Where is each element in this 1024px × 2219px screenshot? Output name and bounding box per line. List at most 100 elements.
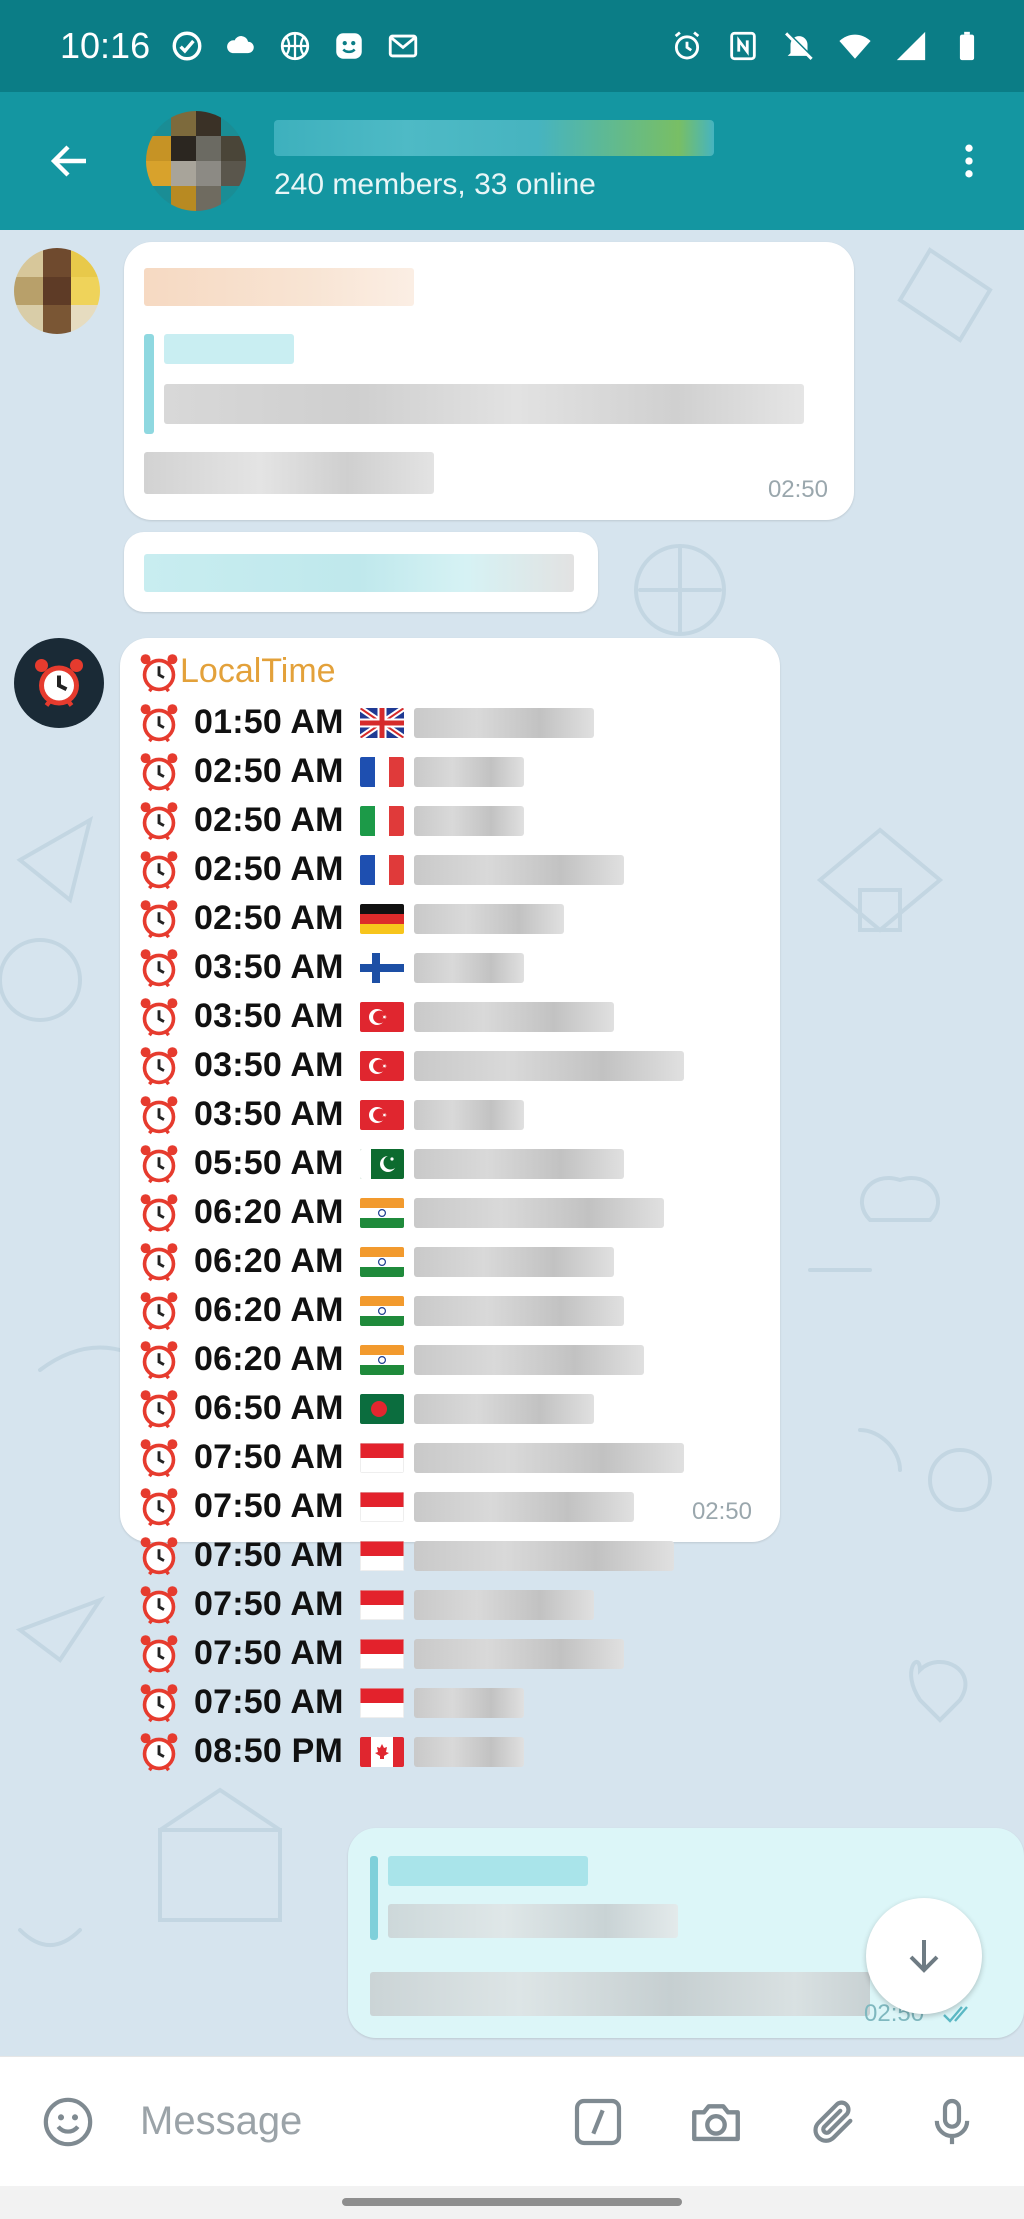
timezone-time: 07:50 AM xyxy=(194,1634,344,1672)
status-time: 10:16 xyxy=(60,25,151,66)
message-bubble[interactable]: 02:50 xyxy=(124,242,854,520)
camera-icon xyxy=(692,2103,740,2141)
alarm-clock-icon xyxy=(140,1487,178,1526)
user-name-redacted xyxy=(414,952,524,983)
sender-avatar[interactable] xyxy=(14,248,100,334)
timezone-time: 06:50 AM xyxy=(194,1389,344,1427)
timezone-time: 02:50 AM xyxy=(194,899,344,937)
quote-author-redacted xyxy=(164,334,294,364)
cell-signal-icon xyxy=(894,29,928,63)
alarm-clock-icon xyxy=(35,659,83,707)
quote-author-redacted xyxy=(388,1856,588,1886)
home-indicator[interactable] xyxy=(342,2198,682,2206)
timezone-row: 07:50 AM xyxy=(136,1433,684,1482)
more-menu-button[interactable] xyxy=(914,92,1024,230)
link-text-redacted xyxy=(144,554,574,592)
message-bubble-link[interactable] xyxy=(124,532,598,612)
microphone-icon xyxy=(934,2098,970,2144)
quote-bar xyxy=(370,1856,378,1940)
alarm-clock-icon xyxy=(140,1046,178,1085)
indonesia-flag-icon xyxy=(360,1687,404,1718)
user-name-redacted xyxy=(414,1148,624,1179)
scroll-down-button[interactable] xyxy=(866,1898,982,2014)
user-name-redacted xyxy=(414,854,624,885)
timezone-row: 03:50 AM xyxy=(136,992,614,1041)
group-avatar[interactable] xyxy=(146,111,246,211)
timezone-row: 08:50 PM xyxy=(136,1727,524,1776)
user-name-redacted xyxy=(414,1638,624,1669)
alarm-clock-icon xyxy=(140,654,178,693)
user-name-redacted xyxy=(414,1491,634,1522)
input-actions xyxy=(566,2090,984,2154)
timezone-row: 06:50 AM xyxy=(136,1384,594,1433)
alarm-clock-icon xyxy=(140,703,178,742)
attach-button[interactable] xyxy=(802,2090,866,2154)
timezone-row: 07:50 AM xyxy=(136,1580,594,1629)
wifi-icon xyxy=(838,29,872,63)
camera-button[interactable] xyxy=(684,2090,748,2154)
back-button[interactable] xyxy=(0,92,140,230)
user-name-redacted xyxy=(414,1099,524,1130)
timezone-row: 07:50 AM xyxy=(136,1629,624,1678)
timezone-row: 05:50 AM xyxy=(136,1139,624,1188)
alarm-clock-icon xyxy=(140,997,178,1036)
finland-flag-icon xyxy=(360,952,404,983)
message-input-bar xyxy=(0,2056,1024,2186)
uk-flag-icon xyxy=(360,707,404,738)
timezone-row: 06:20 AM xyxy=(136,1335,644,1384)
bot-command-button[interactable] xyxy=(566,2090,630,2154)
gmail-icon xyxy=(386,29,420,63)
pakistan-flag-icon xyxy=(360,1148,404,1179)
timezone-row: 02:50 AM xyxy=(136,845,624,894)
timezone-row: 06:20 AM xyxy=(136,1286,624,1335)
timezone-row: 03:50 AM xyxy=(136,943,524,992)
timezone-row: 07:50 AM xyxy=(136,1482,634,1531)
france-flag-icon xyxy=(360,756,404,787)
user-name-redacted xyxy=(414,1687,524,1718)
timezone-time: 07:50 AM xyxy=(194,1487,344,1525)
timezone-time: 05:50 AM xyxy=(194,1144,344,1182)
bot-message-bubble[interactable]: LocalTime 01:50 AM 02:50 AM 02:50 AM 02:50 … xyxy=(120,638,780,1771)
timezone-time: 06:20 AM xyxy=(194,1193,344,1231)
bot-avatar[interactable] xyxy=(14,638,104,728)
arrow-left-icon xyxy=(50,145,86,177)
bot-name[interactable]: LocalTime xyxy=(180,652,336,691)
emoji-icon xyxy=(43,2097,93,2146)
canada-flag-icon xyxy=(360,1736,404,1767)
header-text[interactable]: 240 members, 33 online xyxy=(274,120,714,202)
timezone-time: 07:50 AM xyxy=(194,1585,344,1623)
alarm-clock-icon xyxy=(140,1536,178,1575)
timezone-time: 02:50 AM xyxy=(194,752,344,790)
arrow-down-icon xyxy=(909,1940,939,1973)
timezone-row: 07:50 AM xyxy=(136,1531,674,1580)
germany-flag-icon xyxy=(360,903,404,934)
voice-record-button[interactable] xyxy=(920,2090,984,2154)
alarm-clock-icon xyxy=(140,1340,178,1379)
user-name-redacted xyxy=(414,1393,594,1424)
battery-icon xyxy=(950,29,984,63)
alarm-clock-icon xyxy=(140,752,178,791)
alarm-clock-icon xyxy=(140,1438,178,1477)
message-input[interactable] xyxy=(140,2099,550,2144)
timezone-time: 01:50 AM xyxy=(194,703,344,741)
indonesia-flag-icon xyxy=(360,1491,404,1522)
alarm-clock-icon xyxy=(140,850,178,889)
timezone-time: 06:20 AM xyxy=(194,1242,344,1280)
emoji-button[interactable] xyxy=(36,2090,100,2154)
chat-area[interactable]: 02:50 LocalTime 01:50 AM 02:50 AM 02:50 AM… xyxy=(0,230,1024,2056)
italy-flag-icon xyxy=(360,805,404,836)
sender-name-redacted xyxy=(144,268,414,306)
user-name-redacted xyxy=(414,756,524,787)
alarm-clock-icon xyxy=(140,1193,178,1232)
message-time: 02:50 xyxy=(691,1498,752,1525)
message-time: 02:50 xyxy=(767,476,828,503)
nfc-icon xyxy=(726,29,760,63)
cloud-icon xyxy=(224,29,258,63)
timezone-time: 02:50 AM xyxy=(194,801,344,839)
indonesia-flag-icon xyxy=(360,1589,404,1620)
system-nav-bar xyxy=(0,2186,1024,2219)
alarm-clock-icon xyxy=(140,1585,178,1624)
india-flag-icon xyxy=(360,1295,404,1326)
alarm-clock-icon xyxy=(140,1242,178,1281)
user-name-redacted xyxy=(414,1295,624,1326)
